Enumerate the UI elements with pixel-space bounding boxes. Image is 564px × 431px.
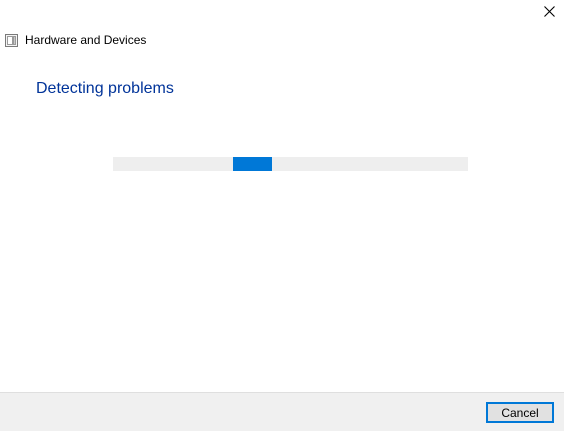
window-title: Hardware and Devices xyxy=(25,33,147,47)
close-button[interactable] xyxy=(534,0,564,22)
troubleshooter-window: Hardware and Devices Detecting problems … xyxy=(0,0,564,431)
page-heading: Detecting problems xyxy=(36,80,174,97)
title-row: Hardware and Devices xyxy=(4,32,146,48)
progress-indicator xyxy=(233,157,272,171)
cancel-button[interactable]: Cancel xyxy=(486,402,554,423)
footer-bar: Cancel xyxy=(0,392,564,431)
close-icon xyxy=(543,5,555,17)
progress-bar xyxy=(113,157,468,171)
troubleshooter-icon xyxy=(4,33,19,48)
